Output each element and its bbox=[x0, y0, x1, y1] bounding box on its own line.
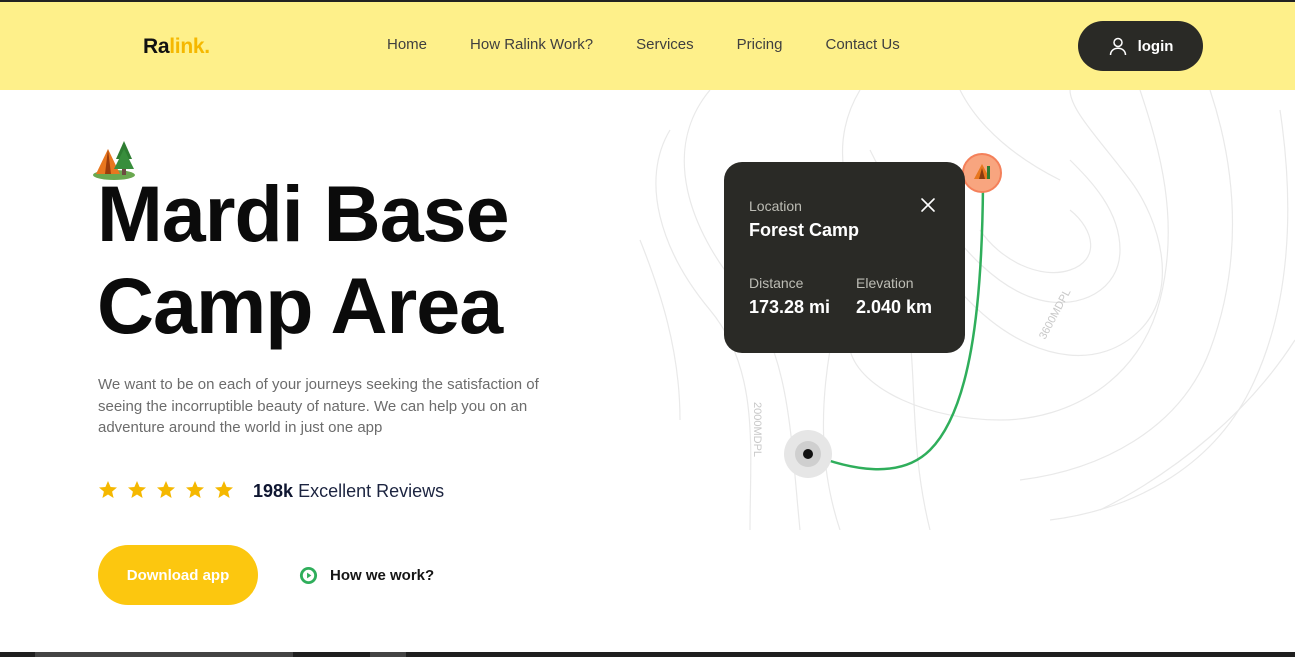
reviews-summary: 198k Excellent Reviews bbox=[253, 481, 444, 502]
camp-location-pin[interactable] bbox=[962, 153, 1002, 193]
hero-description: We want to be on each of your journeys s… bbox=[98, 376, 539, 436]
location-value: Forest Camp bbox=[749, 220, 860, 240]
reviews-label: Excellent Reviews bbox=[298, 481, 445, 501]
star-icon bbox=[215, 481, 233, 498]
bottom-taskbar-strip bbox=[0, 652, 1295, 657]
download-app-button[interactable]: Download app bbox=[98, 545, 258, 605]
star-icon bbox=[157, 481, 175, 498]
brand-logo-part2: link. bbox=[169, 35, 210, 58]
distance-label: Distance bbox=[749, 275, 804, 291]
star-icon bbox=[128, 481, 146, 498]
nav-home[interactable]: Home bbox=[387, 36, 427, 53]
contour-label-2000: 2000MDPL bbox=[751, 402, 763, 457]
location-label: Location bbox=[749, 198, 802, 214]
contour-label-3600: 3600MDPL bbox=[1037, 287, 1073, 341]
hero-title-line2: Camp Area bbox=[97, 261, 503, 350]
how-we-work-label: How we work? bbox=[330, 567, 435, 584]
star-icon bbox=[186, 481, 204, 498]
nav-contact-us[interactable]: Contact Us bbox=[826, 36, 900, 53]
rating-stars bbox=[98, 480, 234, 500]
nav-pricing[interactable]: Pricing bbox=[737, 36, 783, 53]
brand-logo-part1: Ra bbox=[143, 35, 170, 58]
start-point-marker[interactable] bbox=[783, 429, 833, 479]
elevation-label: Elevation bbox=[856, 275, 914, 291]
top-navigation-bar: Ralink. Home How Ralink Work? Services P… bbox=[0, 2, 1295, 90]
login-label: login bbox=[1137, 37, 1174, 55]
star-icon bbox=[99, 481, 117, 498]
login-button[interactable]: login bbox=[1078, 21, 1203, 71]
elevation-value: 2.040 km bbox=[856, 297, 933, 317]
hero-title: Mardi Base Camp Area bbox=[97, 168, 510, 352]
main-nav: Home How Ralink Work? Services Pricing C… bbox=[387, 36, 900, 53]
nav-how-ralink-works[interactable]: How Ralink Work? bbox=[470, 36, 593, 53]
play-icon bbox=[299, 566, 318, 585]
how-we-work-link[interactable]: How we work? bbox=[299, 566, 434, 585]
user-icon bbox=[1109, 37, 1126, 56]
nav-services[interactable]: Services bbox=[636, 36, 694, 53]
brand-logo[interactable]: Ralink. bbox=[143, 35, 210, 59]
close-icon[interactable] bbox=[920, 197, 936, 213]
hero-title-line1: Mardi Base bbox=[97, 169, 510, 258]
distance-value: 173.28 mi bbox=[749, 297, 831, 317]
reviews-count: 198k bbox=[253, 481, 294, 501]
location-info-card: Location Forest Camp Distance 173.28 mi … bbox=[724, 162, 965, 353]
